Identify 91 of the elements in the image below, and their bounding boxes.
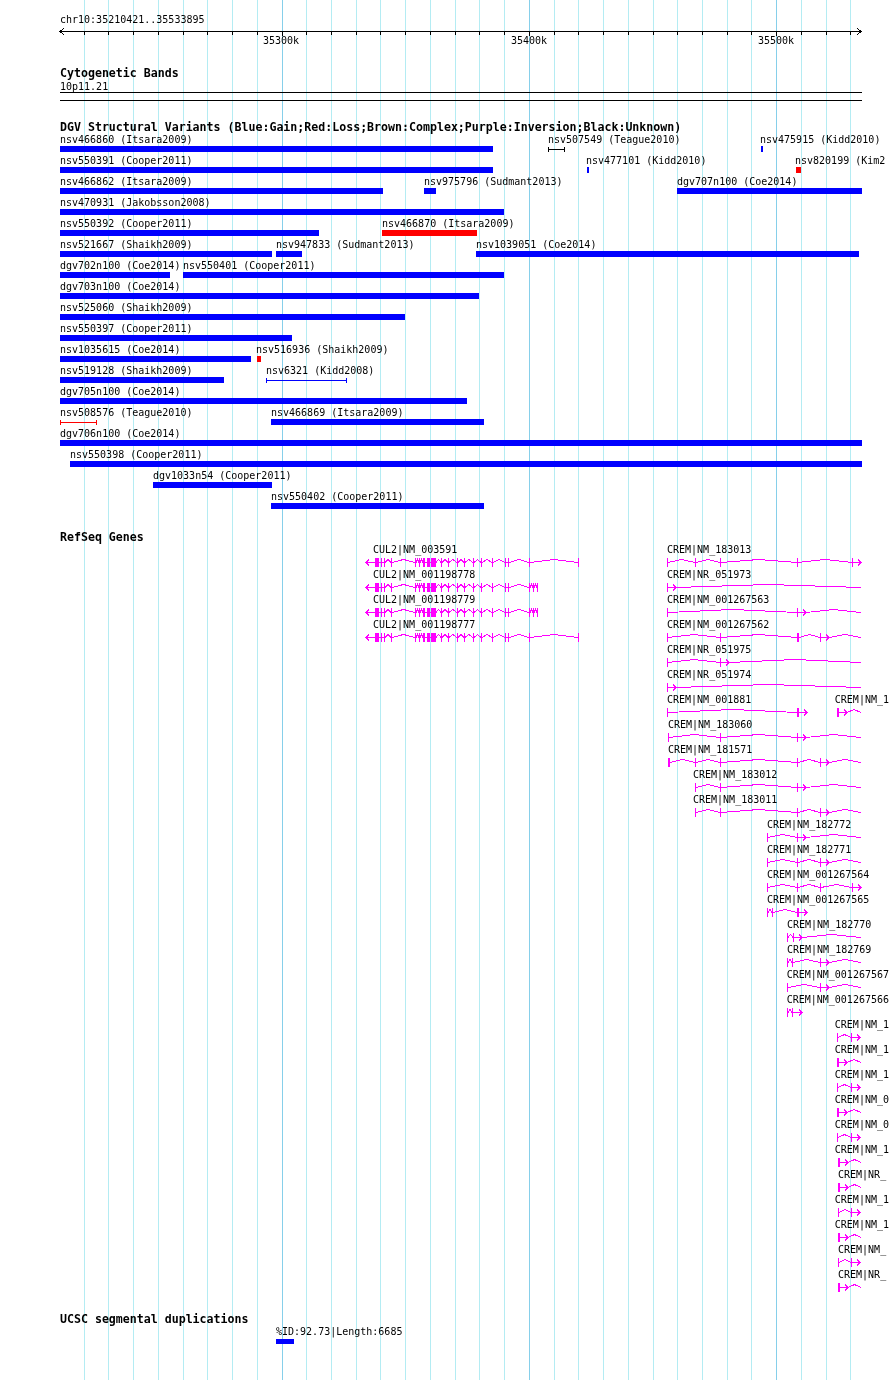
transcript-drawing	[838, 1283, 861, 1292]
transcript-label: CUL2|NM_001198779	[373, 595, 476, 605]
transcript-label: CREM|NM_001267567	[786, 970, 889, 980]
variant-label: nsv550392 (Cooper2011)	[60, 219, 193, 229]
tick-label: 35300k	[263, 36, 300, 46]
transcript-drawing	[787, 1008, 802, 1017]
variant-label: nsv508576 (Teague2010)	[60, 408, 193, 418]
variant-label: nsv550401 (Cooper2011)	[183, 261, 316, 271]
variant-label: dgv1033n54 (Cooper2011)	[153, 471, 292, 481]
transcript-drawing	[838, 1208, 860, 1217]
transcript-drawing	[838, 1233, 861, 1242]
transcript-label: CREM|NM_182770	[787, 920, 872, 930]
variant-label: nsv516936 (Shaikh2009)	[256, 345, 389, 355]
transcript-label: CREM|NM_1	[834, 1145, 889, 1155]
variant-label: nsv1039051 (Coe2014)	[476, 240, 597, 250]
transcript-label: CREM|NM_1	[834, 1070, 889, 1080]
variant-label: nsv550397 (Cooper2011)	[60, 324, 193, 334]
transcript-label: CREM|NM_183013	[667, 545, 752, 555]
variant-label: nsv477101 (Kidd2010)	[586, 156, 707, 166]
transcript-drawing	[838, 1158, 861, 1167]
transcript-label: CREM|NM_1	[834, 1220, 889, 1230]
transcript-drawing	[837, 1133, 860, 1142]
variant-label: nsv550402 (Cooper2011)	[271, 492, 404, 502]
variant-label: nsv466870 (Itsara2009)	[382, 219, 515, 229]
variant-label: dgv702n100 (Coe2014)	[60, 261, 181, 271]
variant-label: nsv550391 (Cooper2011)	[60, 156, 193, 166]
variant-label: nsv975796 (Sudmant2013)	[424, 177, 563, 187]
transcript-drawing	[837, 708, 861, 717]
transcript-label: CREM|NM_181571	[668, 745, 753, 755]
transcript-drawing	[767, 908, 807, 917]
transcript-label: CUL2|NM_001198778	[373, 570, 476, 580]
transcript-label: CUL2|NM_001198777	[373, 620, 476, 630]
transcript-label: CREM|NM_001267562	[667, 620, 770, 630]
tick-label: 35500k	[758, 36, 795, 46]
transcript-drawing	[837, 1058, 861, 1067]
transcript-label: CREM|NM_1	[834, 1045, 889, 1055]
variant-label: nsv820199 (Kim2	[795, 156, 886, 166]
track-title: Cytogenetic Bands	[60, 68, 179, 79]
variant-label: nsv466860 (Itsara2009)	[60, 135, 193, 145]
variant-label: dgv707n100 (Coe2014)	[677, 177, 798, 187]
transcript-label: CREM|NM_183012	[693, 770, 778, 780]
transcript-label: CREM|NR_051974	[667, 670, 752, 680]
variant-label: nsv521667 (Shaikh2009)	[60, 240, 193, 250]
variant-label: nsv466862 (Itsara2009)	[60, 177, 193, 187]
transcript-label: CREM|NM_001267563	[667, 595, 770, 605]
transcript-label: CREM|NM_001881	[667, 695, 752, 705]
track-title: UCSC segmental duplications	[60, 1314, 249, 1325]
track-title: RefSeq Genes	[60, 532, 144, 543]
transcript-label: CREM|NM_1	[834, 1195, 889, 1205]
transcript-label: CREM|NM_182771	[767, 845, 852, 855]
variant-label: dgv706n100 (Coe2014)	[60, 429, 181, 439]
variant-label: dgv703n100 (Coe2014)	[60, 282, 181, 292]
transcript-label: CREM|NM_0	[834, 1120, 889, 1130]
transcript-drawing	[838, 1183, 861, 1192]
transcript-label: CREM|NM_182769	[787, 945, 872, 955]
duplication-label: %ID:92.73|Length:6685	[276, 1327, 403, 1337]
variant-label: nsv525060 (Shaikh2009)	[60, 303, 193, 313]
variant-label: nsv519128 (Shaikh2009)	[60, 366, 193, 376]
transcript-drawing	[838, 1258, 860, 1267]
transcript-label: CREM|NM_001267564	[767, 870, 870, 880]
transcript-label: CREM|NR_051975	[667, 645, 752, 655]
transcript-label: CREM|NR_051973	[667, 570, 752, 580]
duplication-bar	[276, 1339, 294, 1344]
track-title: DGV Structural Variants (Blue:Gain;Red:Loss;Brown:Complex;Purple:Inversion;Black:Unknown)	[60, 122, 682, 133]
variant-label: nsv1035615 (Coe2014)	[60, 345, 181, 355]
variant-label: nsv507549 (Teague2010)	[548, 135, 681, 145]
transcript-label: CREM|NM_183060	[668, 720, 753, 730]
variant-label: nsv947833 (Sudmant2013)	[276, 240, 415, 250]
transcript-label: CREM|NM_183011	[693, 795, 778, 805]
region-title: chr10:35210421..35533895	[60, 15, 205, 25]
transcript-label: CUL2|NM_003591	[373, 545, 458, 555]
transcript-label: CREM|NR_	[838, 1170, 887, 1180]
variant-label: nsv6321 (Kidd2008)	[266, 366, 375, 376]
transcript-label: CREM|NM_001267566	[786, 995, 889, 1005]
transcript-label: CREM|NR_	[838, 1270, 887, 1280]
tick-label: 35400k	[511, 36, 548, 46]
transcript-label: CREM|NM_182772	[767, 820, 852, 830]
transcript-label: CREM|NM_1	[834, 1020, 889, 1030]
transcript-drawing	[837, 1083, 860, 1092]
band-label: 10p11.21	[60, 82, 109, 92]
transcript-drawing	[837, 1033, 860, 1042]
variant-label: nsv466869 (Itsara2009)	[271, 408, 404, 418]
variant-label: dgv705n100 (Coe2014)	[60, 387, 181, 397]
transcript-label: CREM|NM_001267565	[767, 895, 870, 905]
transcript-label: CREM|NM_	[838, 1245, 887, 1255]
transcript-drawing	[837, 1108, 861, 1117]
variant-label: nsv470931 (Jakobsson2008)	[60, 198, 211, 208]
variant-label: nsv475915 (Kidd2010)	[760, 135, 881, 145]
transcript-label: CREM|NM_1	[834, 695, 889, 705]
variant-label: nsv550398 (Cooper2011)	[70, 450, 203, 460]
transcript-label: CREM|NM_0	[834, 1095, 889, 1105]
